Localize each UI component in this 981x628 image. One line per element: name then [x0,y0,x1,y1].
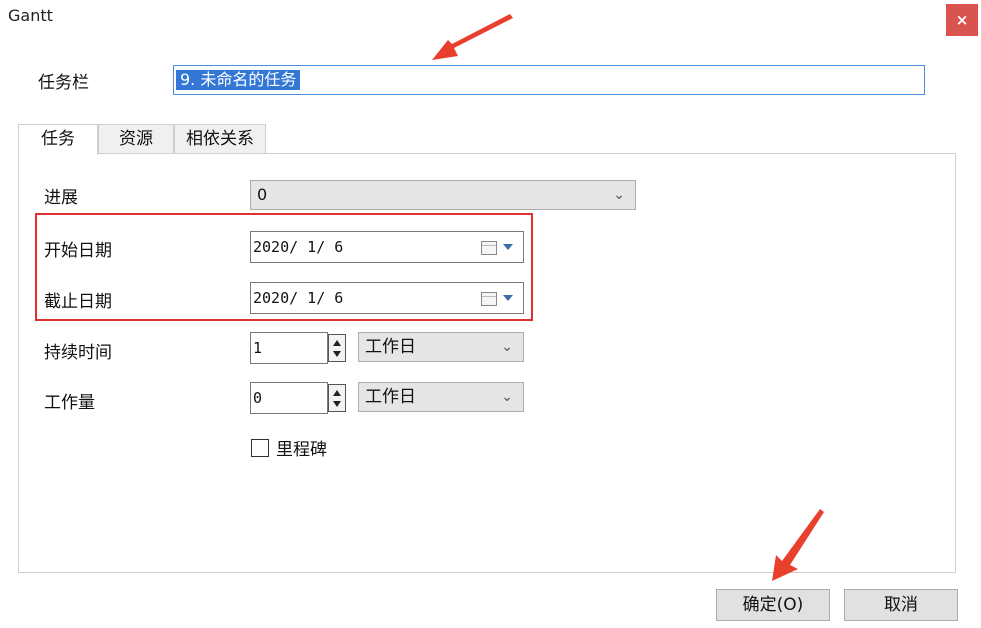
window-title: Gantt [8,6,53,25]
chevron-down-icon: ⌄ [613,187,625,203]
start-date-value: 2020/ 1/ 6 [253,238,344,256]
end-date-value: 2020/ 1/ 6 [253,289,344,307]
close-icon: × [955,11,969,29]
calendar-icon[interactable] [481,292,497,306]
tab-task[interactable]: 任务 [18,124,98,155]
work-spinner[interactable] [328,384,346,412]
dropdown-arrow-icon[interactable] [503,295,513,301]
duration-label: 持续时间 [44,343,112,363]
annotation-arrow-top [432,14,513,60]
work-unit-select[interactable]: 工作日 ⌄ [358,382,524,412]
end-date-picker[interactable]: 2020/ 1/ 6 [250,282,524,314]
taskbar-label: 任务栏 [38,73,89,93]
duration-unit-select[interactable]: 工作日 ⌄ [358,332,524,362]
annotation-arrow-bottom [772,509,824,581]
work-label: 工作量 [44,393,95,413]
chevron-down-icon: ⌄ [501,339,513,355]
tab-strip: 任务 资源 相依关系 [18,124,278,155]
spin-up-icon[interactable] [333,390,341,396]
start-date-picker[interactable]: 2020/ 1/ 6 [250,231,524,263]
chevron-down-icon: ⌄ [501,389,513,405]
ok-button[interactable]: 确定(O) [716,589,830,621]
end-date-label: 截止日期 [44,292,112,312]
tab-dependencies[interactable]: 相依关系 [174,124,266,154]
duration-spinner[interactable] [328,334,346,362]
milestone-label: 里程碑 [276,440,327,460]
task-name-input[interactable]: 9. 未命名的任务 [173,65,925,95]
work-unit-value: 工作日 [365,387,416,407]
arrow-shape [772,509,824,581]
spin-down-icon[interactable] [333,401,341,407]
spin-up-icon[interactable] [333,340,341,346]
duration-unit-value: 工作日 [365,337,416,357]
start-date-label: 开始日期 [44,241,112,261]
close-button[interactable]: × [946,4,978,36]
dropdown-arrow-icon[interactable] [503,244,513,250]
milestone-checkbox[interactable] [251,439,269,457]
arrow-shape [432,14,513,60]
progress-value: 0 [257,185,268,204]
duration-input[interactable]: 1 [250,332,328,364]
task-name-selected-text: 9. 未命名的任务 [176,70,301,90]
spin-down-icon[interactable] [333,351,341,357]
tab-resources[interactable]: 资源 [98,124,174,154]
progress-select[interactable]: 0 ⌄ [250,180,636,210]
work-input[interactable]: 0 [250,382,328,414]
cancel-button[interactable]: 取消 [844,589,958,621]
calendar-icon[interactable] [481,241,497,255]
progress-label: 进展 [44,188,78,208]
